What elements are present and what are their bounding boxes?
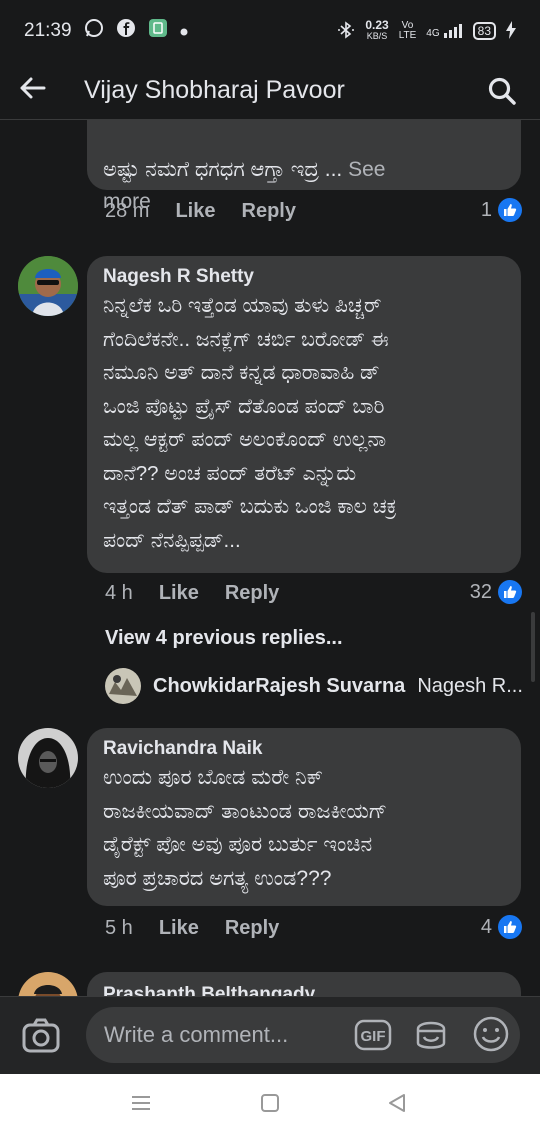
scrollbar[interactable] bbox=[531, 612, 535, 682]
like-count: 4 bbox=[480, 915, 492, 938]
network-speed: 0.23 KB/S bbox=[365, 18, 389, 42]
charging-icon bbox=[506, 20, 516, 42]
comment-actions: 4 h Like Reply bbox=[105, 582, 279, 605]
reply-preview[interactable]: ChowkidarRajesh Suvarna Nagesh R... bbox=[105, 668, 523, 704]
reply-button[interactable]: Reply bbox=[225, 582, 279, 605]
comment-time: 4 h bbox=[105, 582, 133, 604]
emoji-icon[interactable] bbox=[472, 1015, 510, 1058]
like-button[interactable]: Like bbox=[159, 917, 199, 940]
reply-text: Nagesh R... bbox=[417, 674, 523, 697]
network-speed-unit: KB/S bbox=[366, 31, 388, 41]
comment-text-tail: ಅಷ್ಟು ನಮಗೆ ಧಗಧಗ ಆಗ್ತಾ ಇದ್ರ ... bbox=[103, 158, 349, 181]
back-arrow-icon[interactable] bbox=[18, 74, 66, 108]
network-speed-value: 0.23 bbox=[365, 18, 389, 32]
search-icon[interactable] bbox=[482, 71, 522, 111]
reaction-count[interactable]: 4 bbox=[481, 915, 522, 939]
back-nav-icon[interactable] bbox=[386, 1092, 408, 1119]
view-previous-replies-link[interactable]: View 4 previous replies... bbox=[105, 627, 343, 650]
avatar[interactable] bbox=[18, 972, 78, 996]
like-button[interactable]: Like bbox=[159, 582, 199, 605]
thumbs-up-icon bbox=[498, 580, 522, 604]
see-more-link[interactable]: See bbox=[348, 158, 385, 181]
signal-icon: 4G bbox=[426, 23, 462, 39]
bluetooth-icon bbox=[337, 20, 355, 43]
app-notification-icon bbox=[148, 18, 168, 44]
comment-author[interactable]: Prashanth Belthangady bbox=[103, 984, 505, 996]
comment-time: 5 h bbox=[105, 917, 133, 939]
comment-bubble[interactable]: ಅಷ್ಟು ನಮಗೆ ಧಗಧಗ ಆಗ್ತಾ ಇದ್ರ ... See more bbox=[87, 120, 521, 213]
comment-bubble[interactable]: Ravichandra Naik ಉಂದು ಪೂರ ಬೋಡ ಮರೇ ನಿಕ್ ರ… bbox=[87, 728, 521, 906]
home-nav-icon[interactable] bbox=[259, 1092, 281, 1119]
page-title: Vijay Shobharaj Pavoor bbox=[84, 76, 345, 104]
like-button[interactable]: Like bbox=[175, 200, 215, 223]
comment-text: ನಿನ್ನಲೆಕ ಒರಿ ಇತ್ತೆಂಡ ಯಾವು ತುಳು ಪಿಚ್ಚರ್ ಗ… bbox=[103, 294, 397, 552]
reply-button[interactable]: Reply bbox=[242, 200, 296, 223]
comment-time: 28 m bbox=[105, 200, 150, 222]
camera-icon[interactable] bbox=[22, 1017, 60, 1058]
reaction-count[interactable]: 32 bbox=[470, 580, 522, 604]
facebook-icon bbox=[116, 18, 136, 44]
menu-nav-icon[interactable] bbox=[130, 1092, 152, 1119]
comment-actions: 5 h Like Reply bbox=[105, 917, 279, 940]
clock: 21:39 bbox=[24, 20, 72, 41]
gif-icon[interactable]: GIF bbox=[354, 1019, 392, 1056]
battery-level: 83 bbox=[477, 24, 491, 38]
sticker-icon[interactable] bbox=[412, 1015, 450, 1058]
gif-label: GIF bbox=[361, 1028, 386, 1045]
comments-feed[interactable]: ಅಷ್ಟು ನಮಗೆ ಧಗಧಗ ಆಗ್ತಾ ಇದ್ರ ... See more 2… bbox=[0, 120, 540, 996]
volte-indicator: Vo LTE bbox=[399, 21, 417, 41]
comment-bubble[interactable]: Prashanth Belthangady bbox=[87, 972, 521, 996]
avatar[interactable] bbox=[18, 728, 78, 788]
avatar[interactable] bbox=[18, 256, 78, 316]
comment-text: ಉಂದು ಪೂರ ಬೋಡ ಮರೇ ನಿಕ್ ರಾಜಕೀಯವಾದ್ ತಾಂಟುಂಡ… bbox=[103, 766, 388, 890]
like-count: 1 bbox=[480, 198, 492, 221]
comment-input[interactable] bbox=[86, 1007, 520, 1063]
whatsapp-icon bbox=[84, 18, 104, 44]
top-app-bar: Vijay Shobharaj Pavoor bbox=[0, 62, 540, 120]
reply-avatar[interactable] bbox=[105, 668, 141, 704]
lte-label: LTE bbox=[398, 30, 417, 41]
thumbs-up-icon bbox=[498, 915, 522, 939]
network-type: 4G bbox=[426, 28, 440, 39]
thumbs-up-icon bbox=[498, 198, 522, 222]
reply-author[interactable]: ChowkidarRajesh Suvarna bbox=[153, 675, 405, 698]
status-bar: 21:39 0.23 KB/S Vo LTE 4G 83 bbox=[0, 0, 540, 62]
comment-actions: 28 m Like Reply bbox=[105, 200, 296, 223]
system-navigation-bar bbox=[0, 1074, 540, 1140]
comment-author[interactable]: Nagesh R Shetty bbox=[103, 266, 505, 288]
battery-icon: 83 bbox=[472, 22, 496, 40]
like-count: 32 bbox=[469, 580, 492, 603]
reaction-count[interactable]: 1 bbox=[481, 198, 522, 222]
dot-icon bbox=[180, 20, 188, 42]
comment-composer: GIF bbox=[0, 996, 540, 1074]
reply-button[interactable]: Reply bbox=[225, 917, 279, 940]
comment-bubble[interactable]: Nagesh R Shetty ನಿನ್ನಲೆಕ ಒರಿ ಇತ್ತೆಂಡ ಯಾವ… bbox=[87, 256, 521, 573]
comment-author[interactable]: Ravichandra Naik bbox=[103, 738, 505, 760]
